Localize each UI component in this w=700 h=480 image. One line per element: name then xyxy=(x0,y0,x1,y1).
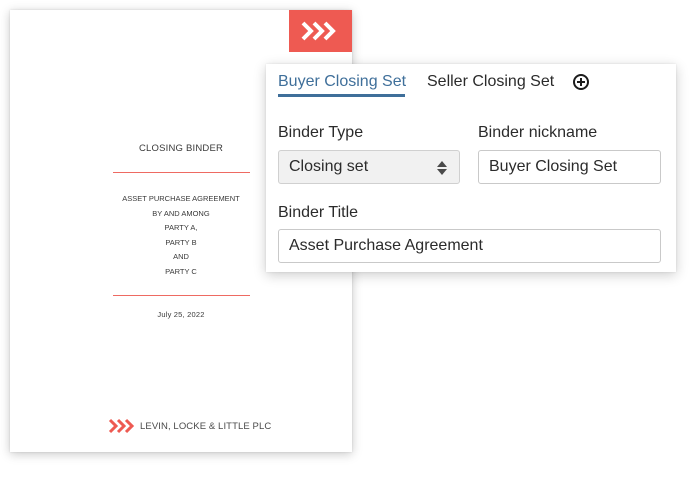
firm-logo-icon xyxy=(108,418,135,434)
binder-settings-panel: Buyer Closing Set Seller Closing Set Bin… xyxy=(266,64,676,272)
divider-bottom xyxy=(113,295,250,296)
firm-signature: LEVIN, LOCKE & LITTLE PLC xyxy=(108,418,271,434)
chevrons-right-icon xyxy=(301,21,336,41)
select-updown-icon xyxy=(437,160,447,176)
binder-nickname-value: Buyer Closing Set xyxy=(489,158,618,175)
document-date: July 25, 2022 xyxy=(157,310,205,319)
active-tab-indicator xyxy=(278,94,405,97)
binder-type-label: Binder Type xyxy=(278,124,364,141)
binder-title-label: Binder Title xyxy=(278,204,359,221)
tab-seller-closing-set[interactable]: Seller Closing Set xyxy=(427,73,554,91)
divider-top xyxy=(113,172,250,173)
binder-nickname-label: Binder nickname xyxy=(478,124,598,141)
tab-buyer-closing-set[interactable]: Buyer Closing Set xyxy=(278,73,406,91)
plus-circle-icon[interactable] xyxy=(573,74,589,90)
binder-type-value: Closing set xyxy=(289,158,369,175)
binder-title-value: Asset Purchase Agreement xyxy=(289,237,483,254)
firm-name: LEVIN, LOCKE & LITTLE PLC xyxy=(140,420,272,432)
binder-title-input[interactable]: Asset Purchase Agreement xyxy=(278,229,661,263)
binder-nickname-input[interactable]: Buyer Closing Set xyxy=(478,150,661,184)
brand-tab xyxy=(289,10,352,52)
binder-type-select[interactable]: Closing set xyxy=(278,150,460,184)
